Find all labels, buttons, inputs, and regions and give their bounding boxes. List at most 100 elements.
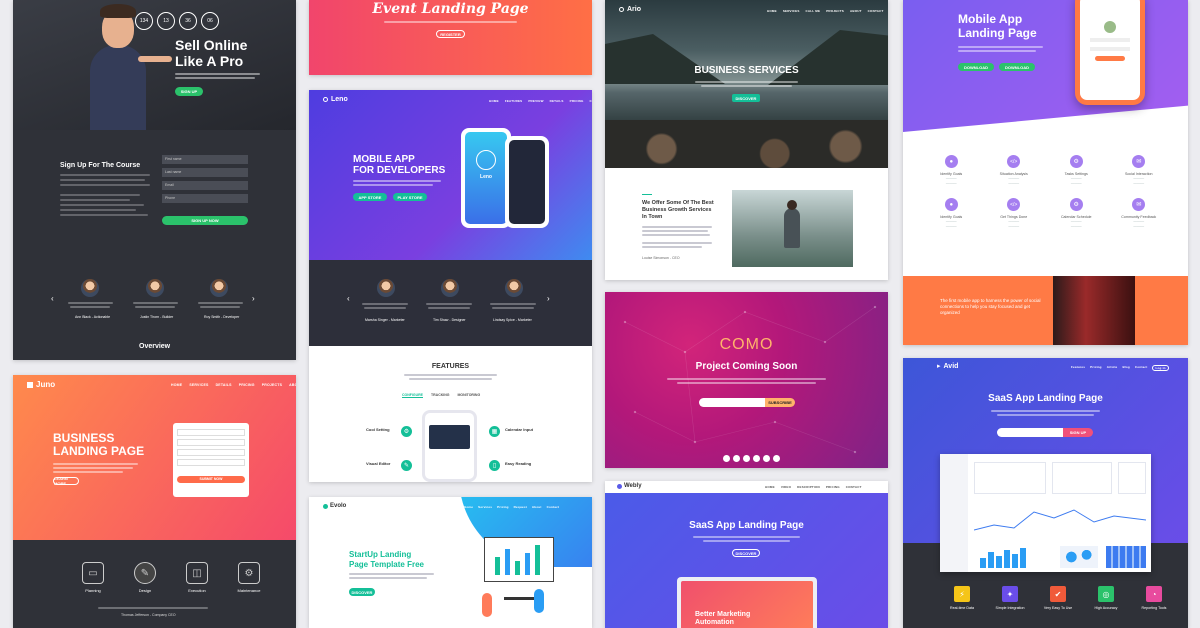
juno-nav[interactable]: HOMESERVICESDETAILSPRICINGPROJECTSABOUTC… bbox=[171, 383, 296, 387]
como-subscribe-button[interactable]: SUBSCRIBE bbox=[765, 398, 795, 407]
juno-phone-input[interactable] bbox=[177, 449, 245, 456]
template-card-evolo[interactable]: Evolo Home Services Pricing Request About Con… bbox=[309, 497, 592, 628]
avid-title: SaaS App Landing Page bbox=[988, 393, 1103, 404]
sign-up-now-button[interactable]: SIGN UP NOW bbox=[162, 216, 248, 225]
carousel-next-icon[interactable]: › bbox=[252, 294, 255, 303]
template-card-como[interactable]: COMO Project Coming Soon SUBSCRIBE bbox=[605, 292, 888, 468]
feature-high-accuracy: ◎ High Accuracy bbox=[1091, 586, 1121, 610]
template-card-webly[interactable]: Webly HOME VIDEO DESCRIPTION PRICING CONTACT… bbox=[605, 481, 888, 628]
juno-email-input[interactable] bbox=[177, 439, 245, 446]
team-people-illustration bbox=[474, 585, 554, 625]
leno-testimonial-avatar-2 bbox=[441, 279, 459, 297]
code-icon: </> bbox=[1007, 155, 1021, 168]
event-register-button[interactable]: REGISTER bbox=[436, 30, 465, 38]
leno-carousel-next-icon[interactable]: › bbox=[547, 294, 550, 303]
play-store-download-button[interactable]: DOWNLOAD bbox=[999, 63, 1035, 71]
tab-tracking[interactable]: TRACKING bbox=[431, 393, 449, 398]
first-name-field[interactable]: First name bbox=[162, 155, 248, 164]
feature-cool-setting: Cool Setting bbox=[366, 427, 390, 432]
mobile-app-title-line-1: Mobile App bbox=[958, 12, 1023, 26]
evolo-logo[interactable]: Evolo bbox=[323, 503, 346, 509]
template-card-mobile-app[interactable]: Mobile App Landing Page DOWNLOAD DOWNLOA… bbox=[903, 0, 1188, 345]
como-logo: COMO bbox=[719, 336, 774, 353]
play-store-button[interactable]: PLAY STORE bbox=[393, 193, 427, 201]
sign-up-button[interactable]: SIGN UP bbox=[175, 87, 203, 96]
user-icon: ● bbox=[944, 155, 958, 168]
features-phone-mockup bbox=[422, 410, 477, 482]
webly-logo[interactable]: Webly bbox=[617, 483, 642, 489]
webly-nav[interactable]: HOME VIDEO DESCRIPTION PRICING CONTACT bbox=[765, 485, 862, 489]
testimonial-avatar-1 bbox=[81, 279, 99, 297]
analytics-illustration bbox=[484, 537, 554, 582]
features-heading: FEATURES bbox=[431, 363, 470, 370]
ario-nav[interactable]: HOME SERVICES CALL ME PROJECTS ABOUT CONTACT bbox=[767, 9, 884, 13]
juno-learn-more-button[interactable]: LEARN MORE bbox=[53, 476, 79, 486]
feature-easy-reading: Easy Reading bbox=[505, 461, 532, 466]
cool-setting-icon: ⚙ bbox=[401, 426, 412, 437]
avid-email-input[interactable] bbox=[997, 428, 1067, 437]
app-store-button[interactable]: APP STORE bbox=[353, 193, 387, 201]
feature-visual-editor: Visual Editor bbox=[366, 461, 391, 466]
template-card-juno[interactable]: Juno HOME SERVICES DETAILS PRICING PROJECTS A… bbox=[13, 375, 296, 628]
webly-discover-button[interactable]: DISCOVER bbox=[732, 549, 760, 557]
linkedin-icon[interactable] bbox=[763, 455, 770, 462]
carousel-prev-icon[interactable]: ‹ bbox=[51, 294, 54, 303]
facebook-icon[interactable] bbox=[723, 455, 730, 462]
last-name-field[interactable]: Last name bbox=[162, 168, 248, 177]
testimonial-name-3: Roy Smith - Developer bbox=[204, 315, 240, 319]
feature-reporting-tools: ◔ Reporting Tools bbox=[1139, 586, 1169, 610]
mobile-app-title-line-2: Landing Page bbox=[958, 26, 1037, 40]
feature-calendar-schedule: ⚙ Calendar Schedule ——— ——— bbox=[1045, 198, 1108, 229]
instagram-icon[interactable] bbox=[753, 455, 760, 462]
template-card-sell-online[interactable]: 134 13 36 06 Sell Online Like A Pro SIGN… bbox=[13, 0, 296, 360]
evolo-nav[interactable]: Home Services Pricing Request About Contact bbox=[464, 505, 559, 509]
template-card-leno[interactable]: Leno HOMEFEATURESPREVIEWDETAILSPRICINGCO… bbox=[309, 90, 592, 482]
ario-logo[interactable]: Ario bbox=[619, 6, 641, 13]
lightning-icon: ⚡ bbox=[954, 586, 970, 602]
feature-situation-analysis: </> Situation Analysis ——— ——— bbox=[983, 155, 1046, 186]
juno-title: BUSINESS LANDING PAGE bbox=[53, 432, 144, 458]
calendar-input-icon: ▦ bbox=[489, 426, 500, 437]
testimonial-name-2: Justin Thorn - Builder bbox=[140, 315, 174, 319]
tab-configure[interactable]: CONFIGURE bbox=[402, 393, 423, 398]
leno-logo[interactable]: Leno bbox=[323, 96, 348, 103]
ario-discover-button[interactable]: DISCOVER bbox=[732, 94, 760, 102]
feature-real-time-data: ⚡ Real-time Data bbox=[947, 586, 977, 610]
step-execution: ◫ Execution bbox=[183, 562, 211, 593]
atom-icon bbox=[476, 150, 496, 170]
headline-line-2: Like A Pro bbox=[175, 53, 244, 69]
feature-social-interaction: ✉ Social Interaction ——— ——— bbox=[1108, 155, 1171, 186]
app-store-download-button[interactable]: DOWNLOAD bbox=[958, 63, 994, 71]
template-card-avid[interactable]: ▸ Avid Features Pricing Article Blog Contact L… bbox=[903, 358, 1188, 628]
como-email-input[interactable] bbox=[699, 398, 769, 407]
laptop-mockup: Better Marketing Automation bbox=[677, 577, 817, 628]
juno-package-select[interactable] bbox=[177, 459, 245, 466]
phone-field[interactable]: Phone bbox=[162, 194, 248, 203]
juno-logo[interactable]: Juno bbox=[27, 380, 55, 389]
tab-monitoring[interactable]: MONITORING bbox=[457, 393, 480, 398]
evolo-discover-button[interactable]: DISCOVER bbox=[349, 588, 375, 596]
ario-testimonial-author: Louise Simonson - CEO bbox=[642, 256, 680, 260]
pie-chart-icon: ◔ bbox=[1146, 586, 1162, 602]
avid-logo[interactable]: ▸ Avid bbox=[937, 362, 958, 371]
integration-icon: ✦ bbox=[1002, 586, 1018, 602]
email-field[interactable]: Email bbox=[162, 181, 248, 190]
youtube-icon[interactable] bbox=[773, 455, 780, 462]
leno-carousel-prev-icon[interactable]: ‹ bbox=[347, 294, 350, 303]
template-card-ario[interactable]: Ario HOME SERVICES CALL ME PROJECTS ABOUT CON… bbox=[605, 0, 888, 280]
como-title: Project Coming Soon bbox=[695, 361, 798, 372]
ario-hero-title: BUSINESS SERVICES bbox=[694, 65, 799, 76]
leno-nav[interactable]: HOMEFEATURESPREVIEWDETAILSPRICINGCONTACT bbox=[489, 99, 592, 103]
mobile-app-banner-text: The first mobile app to harness the powe… bbox=[940, 298, 1041, 315]
phone-mockup-front: Leno bbox=[461, 128, 511, 228]
avid-sign-up-button[interactable]: SIGN UP bbox=[1063, 428, 1093, 437]
lake-mountain-hero-image bbox=[605, 0, 888, 168]
testimonial-avatar-2 bbox=[146, 279, 164, 297]
google-plus-icon[interactable] bbox=[743, 455, 750, 462]
juno-name-input[interactable] bbox=[177, 429, 245, 436]
template-card-event[interactable]: Event Landing Page REGISTER bbox=[309, 0, 592, 75]
twitter-icon[interactable] bbox=[733, 455, 740, 462]
step-maintenance: ⚙ Maintenance bbox=[235, 562, 263, 593]
avid-nav[interactable]: Features Pricing Article Blog Contact Log in bbox=[1071, 365, 1169, 371]
juno-submit-button[interactable]: SUBMIT NOW bbox=[177, 476, 245, 483]
